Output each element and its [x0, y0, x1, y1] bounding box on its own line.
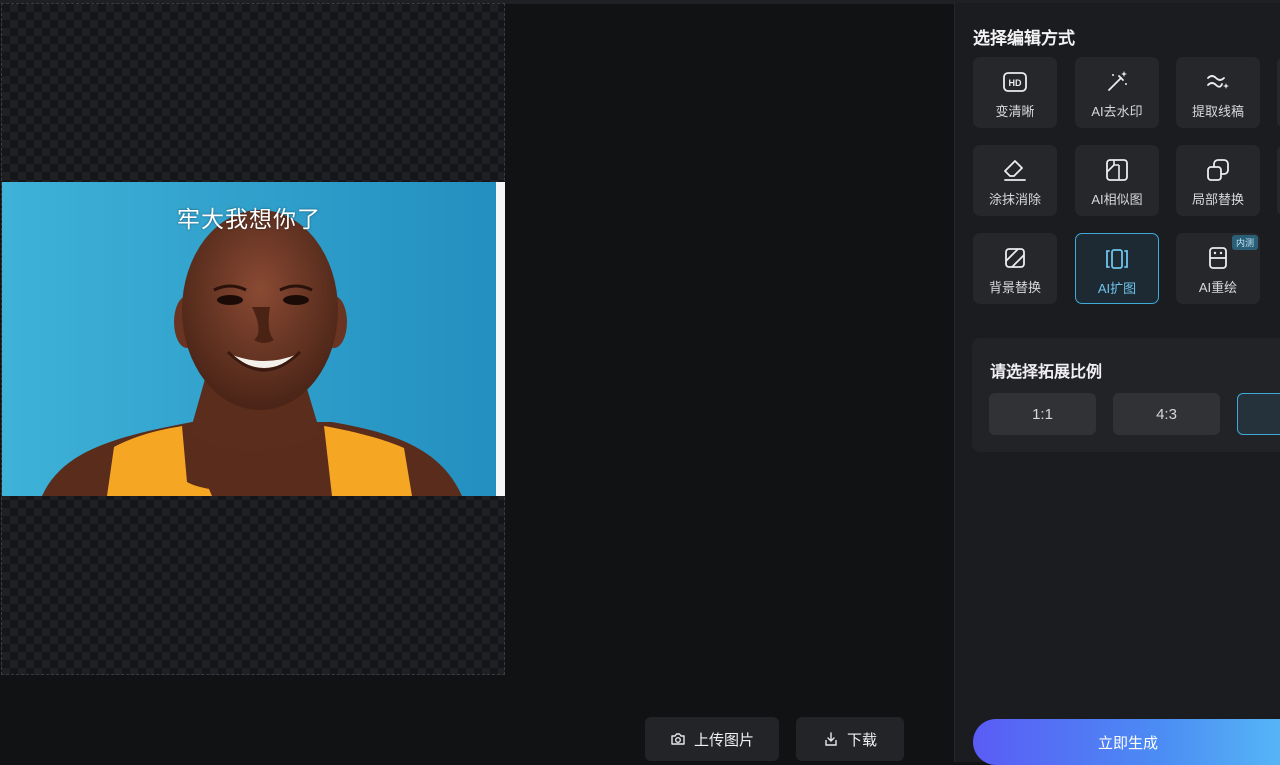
tool-label: AI重绘	[1198, 280, 1238, 295]
similar-image-icon	[1106, 159, 1128, 181]
ratio-option-selected[interactable]	[1237, 393, 1280, 435]
eraser-icon	[1004, 160, 1026, 181]
image-caption: 牢大我想你了	[177, 206, 321, 232]
ratio-title: 请选择拓展比例	[990, 364, 1103, 381]
ratio-selector: 请选择拓展比例 1:1 4:3	[972, 338, 1280, 452]
tool-label: 局部替换	[1191, 192, 1244, 207]
tool-enhance[interactable]: HD 变清晰	[973, 57, 1057, 128]
upload-label: 上传图片	[693, 731, 754, 749]
tool-label: 提取线稿	[1191, 104, 1244, 119]
tool-erase[interactable]: 涂抹消除	[973, 145, 1057, 216]
tool-label: AI去水印	[1091, 104, 1143, 119]
line-sparkle-icon	[1207, 75, 1229, 89]
tool-label: 涂抹消除	[988, 192, 1041, 207]
edit-panel: 选择编辑方式 HD 变清晰 AI去水印 提取线稿 涂抹消除 AI相似图 局部替换…	[954, 3, 1280, 765]
tool-label: AI扩图	[1097, 281, 1137, 296]
generate-button[interactable]: 立即生成	[973, 719, 1280, 765]
replace-icon	[1207, 159, 1229, 181]
tool-extract-lineart[interactable]: 提取线稿	[1176, 57, 1260, 128]
upload-image-button[interactable]: 上传图片	[645, 717, 779, 761]
svg-text:HD: HD	[1009, 78, 1022, 88]
camera-icon	[671, 733, 685, 745]
tool-remove-watermark[interactable]: AI去水印	[1075, 57, 1159, 128]
ratio-option-1-1[interactable]: 1:1	[989, 393, 1096, 435]
tool-label: 变清晰	[995, 104, 1035, 119]
download-icon	[825, 732, 837, 746]
tool-partial-replace[interactable]: 局部替换	[1176, 145, 1260, 216]
tool-similar-image[interactable]: AI相似图	[1075, 145, 1159, 216]
panel-title: 选择编辑方式	[973, 29, 1075, 48]
tool-label: 背景替换	[988, 280, 1041, 295]
tool-label: AI相似图	[1091, 192, 1143, 207]
hd-icon: HD	[1003, 72, 1027, 92]
background-icon	[1005, 248, 1025, 268]
redraw-icon	[1209, 247, 1227, 269]
uploaded-photo: 牢大我想你了	[2, 182, 505, 496]
expand-icon	[1106, 249, 1128, 269]
tool-ai-redraw[interactable]: 内测 AI重绘	[1176, 233, 1260, 304]
tool-ai-expand[interactable]: AI扩图	[1075, 233, 1159, 304]
beta-badge: 内测	[1231, 235, 1258, 250]
tool-replace-background[interactable]: 背景替换	[973, 233, 1057, 304]
download-label: 下载	[846, 731, 877, 749]
magic-wand-icon	[1108, 71, 1127, 91]
download-button[interactable]: 下载	[796, 717, 904, 761]
ratio-option-4-3[interactable]: 4:3	[1113, 393, 1220, 435]
